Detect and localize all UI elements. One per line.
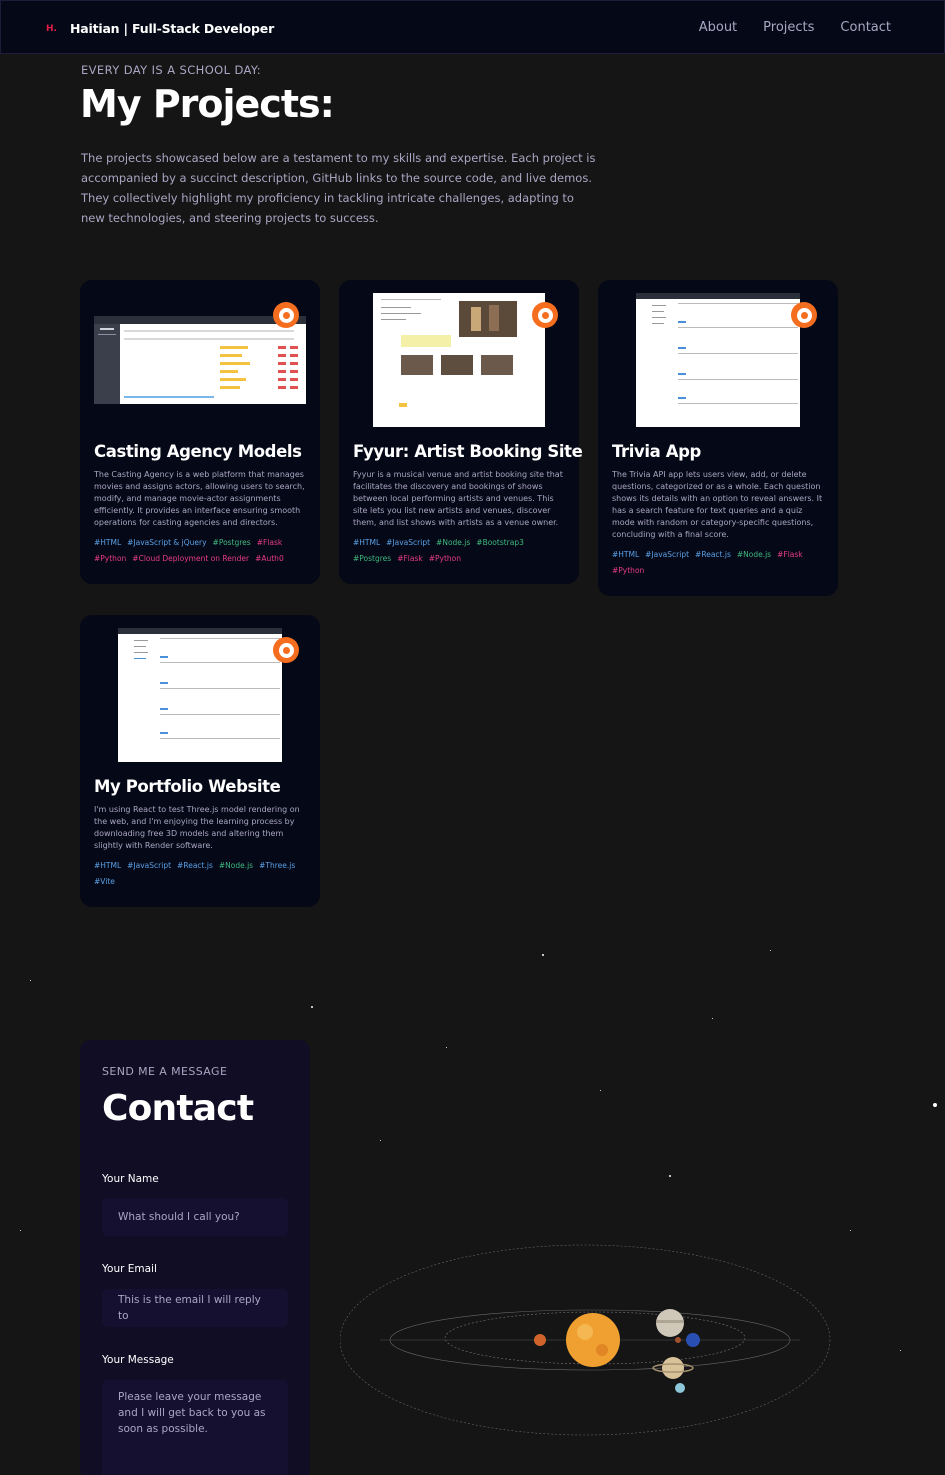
tag: #Three.js <box>259 861 296 870</box>
tag: #JavaScript <box>645 550 690 559</box>
tag: #Postgres <box>353 554 392 563</box>
tag: #JavaScript <box>386 538 431 547</box>
project-card-portfolio: My Portfolio Website I'm using React to … <box>80 615 320 907</box>
project-tags: #HTML #JavaScript #React.js #Node.js #Th… <box>94 860 306 888</box>
email-label: Your Email <box>102 1263 157 1275</box>
project-title: Fyyur: Artist Booking Site <box>353 442 583 461</box>
tag: #HTML <box>612 550 640 559</box>
nav-link-projects[interactable]: Projects <box>763 20 814 35</box>
contact-eyebrow: SEND ME A MESSAGE <box>102 1065 228 1078</box>
section-eyebrow: EVERY DAY IS A SCHOOL DAY: <box>81 63 262 77</box>
project-card-trivia: Trivia App The Trivia API app lets users… <box>598 280 838 596</box>
github-icon[interactable] <box>273 302 299 328</box>
project-title: Trivia App <box>612 442 701 461</box>
solar-system-model <box>340 1244 831 1436</box>
github-icon[interactable] <box>532 302 558 328</box>
intro-paragraph: The projects showcased below are a testa… <box>81 151 596 225</box>
project-description: The Casting Agency is a web platform tha… <box>94 470 305 527</box>
tag: #Cloud Deployment on Render <box>132 554 250 563</box>
tag: #Flask <box>397 554 423 563</box>
tag: #Vite <box>94 877 115 886</box>
tag: #Flask <box>777 550 803 559</box>
brand-link[interactable]: H. Haitian | Full-Stack Developer <box>46 21 274 36</box>
message-textarea[interactable]: Please leave your message and I will get… <box>102 1380 288 1475</box>
project-thumbnail[interactable] <box>94 293 306 427</box>
tag: #Python <box>428 554 462 563</box>
tag: #HTML <box>94 538 122 547</box>
project-thumbnail[interactable] <box>94 628 306 762</box>
project-description: I'm using React to test Three.js model r… <box>94 805 300 850</box>
tag: #Node.js <box>436 538 471 547</box>
tag: #Bootstrap3 <box>476 538 524 547</box>
tag: #Python <box>94 554 127 563</box>
project-card-fyyur: Fyyur: Artist Booking Site Fyyur is a mu… <box>339 280 583 584</box>
github-icon[interactable] <box>791 302 817 328</box>
tag: #Postgres <box>212 538 251 547</box>
project-thumbnail[interactable] <box>353 293 565 427</box>
tag: #Node.js <box>736 550 772 559</box>
tag: #JavaScript & jQuery <box>127 538 207 547</box>
project-tags: #HTML #JavaScript & jQuery #Postgres #Fl… <box>94 537 306 565</box>
tag: #React.js <box>695 550 731 559</box>
project-description: The Trivia API app lets users view, add,… <box>612 470 823 539</box>
project-tags: #HTML #JavaScript #React.js #Node.js #Fl… <box>612 549 824 577</box>
project-thumbnail[interactable] <box>612 293 824 427</box>
tag: #Flask <box>256 538 283 547</box>
brand-name: Haitian | Full-Stack Developer <box>70 21 275 36</box>
nav-link-contact[interactable]: Contact <box>840 20 891 35</box>
tag: #JavaScript <box>127 861 172 870</box>
tag: #React.js <box>177 861 213 870</box>
navbar: H. Haitian | Full-Stack Developer About … <box>0 0 945 54</box>
project-tags: #HTML #JavaScript #Node.js #Bootstrap3 #… <box>353 537 565 565</box>
page-title: My Projects: <box>80 82 335 126</box>
contact-title: Contact <box>102 1088 254 1129</box>
tag: #Auth0 <box>255 554 284 563</box>
name-field[interactable]: What should I call you? <box>102 1198 288 1236</box>
project-title: Casting Agency Models <box>94 442 302 461</box>
project-description: Fyyur is a musical venue and artist book… <box>353 470 563 527</box>
project-card-casting-agency: Casting Agency Models The Casting Agency… <box>80 280 320 584</box>
message-label: Your Message <box>102 1354 174 1366</box>
email-field[interactable]: This is the email I will reply to <box>102 1289 288 1327</box>
tag: #HTML <box>353 538 381 547</box>
nav-link-about[interactable]: About <box>699 20 737 35</box>
tag: #Node.js <box>218 861 254 870</box>
project-title: My Portfolio Website <box>94 777 281 796</box>
nav-links: About Projects Contact <box>699 20 891 35</box>
tag: #HTML <box>94 861 122 870</box>
logo-icon: H. <box>46 23 57 34</box>
contact-form-panel: SEND ME A MESSAGE Contact Your Name What… <box>80 1040 310 1475</box>
name-label: Your Name <box>102 1173 159 1185</box>
tag: #Python <box>612 566 645 575</box>
github-icon[interactable] <box>273 637 299 663</box>
